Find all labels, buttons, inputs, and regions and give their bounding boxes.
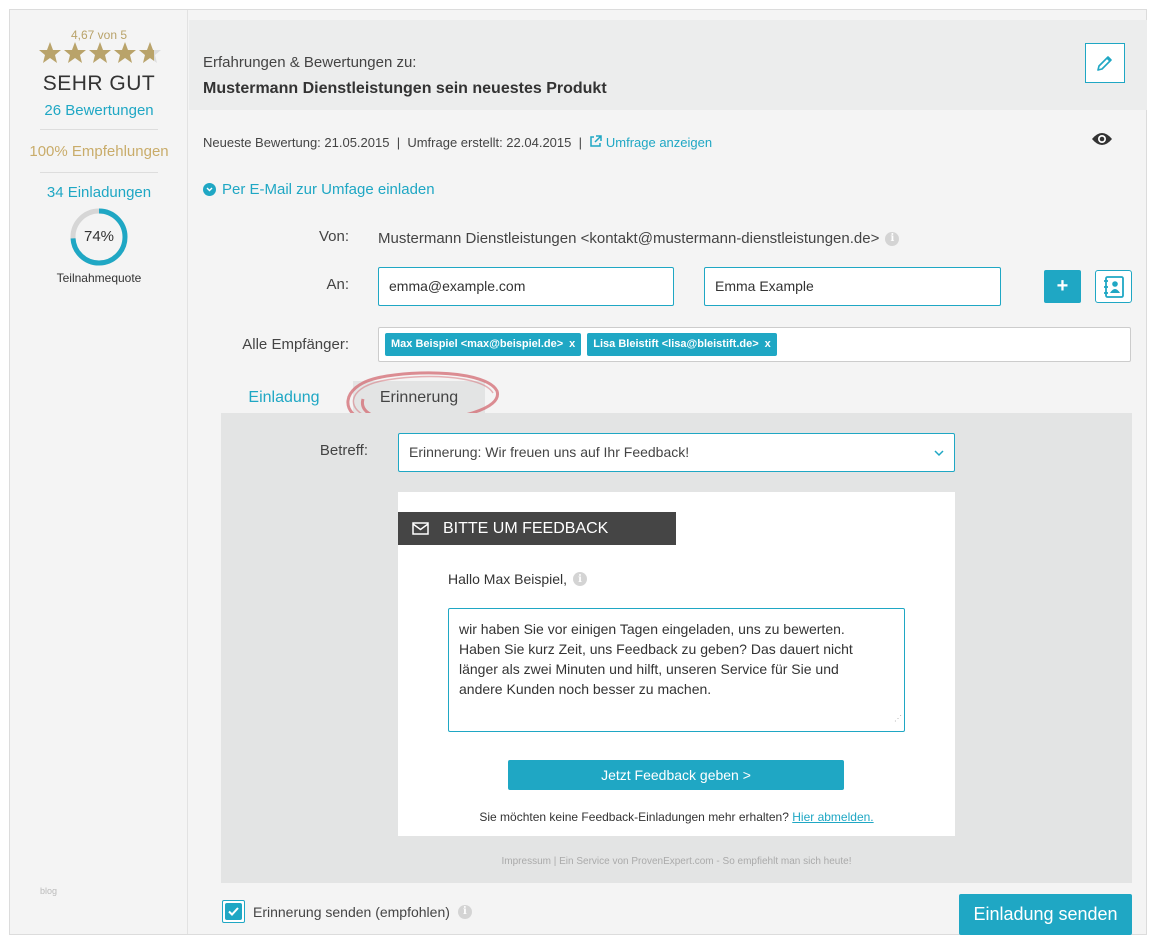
- pencil-icon: [1097, 56, 1112, 71]
- reminder-option: Erinnerung senden (empfohlen) i: [222, 900, 472, 923]
- recommendations: 100% Empfehlungen: [29, 143, 169, 160]
- email-footer: Impressum | Ein Service von ProvenExpert…: [501, 856, 852, 867]
- body-line: andere Kunden noch besser zu machen.: [459, 681, 712, 697]
- body-line: wir haben Sie vor einigen Tagen eingelad…: [459, 621, 845, 637]
- page-title: Mustermann Dienstleistungen sein neueste…: [203, 80, 607, 97]
- feedback-cta-button[interactable]: Jetzt Feedback geben >: [508, 760, 844, 790]
- star-icon: [39, 42, 61, 63]
- external-link-icon: [590, 135, 602, 147]
- recipient-name-input[interactable]: Emma Example: [704, 267, 1001, 306]
- sender-address: Mustermann Dienstleistungen <kontakt@mus…: [378, 230, 880, 247]
- invitations-link[interactable]: 34 Einladungen: [10, 184, 188, 201]
- reminder-checkbox[interactable]: [222, 900, 245, 923]
- add-recipient-button[interactable]: +: [1044, 270, 1081, 303]
- remove-recipient-button[interactable]: x: [765, 338, 771, 350]
- meta-separator: |: [578, 135, 582, 150]
- star-icon: [114, 42, 136, 63]
- from-value: Mustermann Dienstleistungen <kontakt@mus…: [378, 230, 900, 247]
- all-recipients-label: Alle Empfänger:: [242, 336, 349, 353]
- subject-select[interactable]: Erinnerung: Wir freuen uns auf Ihr Feedb…: [398, 433, 955, 472]
- rating-grade: SEHR GUT: [42, 72, 156, 95]
- info-icon[interactable]: i: [573, 572, 588, 586]
- recipient-tag: Lisa Bleistift <lisa@bleistift.de> x: [587, 333, 777, 356]
- unsubscribe-note: Sie möchten keine Feedback-Einladungen m…: [398, 810, 955, 824]
- participation-caption: Teilnahmequote: [56, 271, 142, 285]
- sidebar-footer[interactable]: blog: [40, 886, 57, 896]
- email-invite-toggle[interactable]: Per E-Mail zur Umfage einladen: [203, 181, 435, 198]
- header-subtitle: Erfahrungen & Bewertungen zu:: [203, 54, 417, 71]
- chevron-down-icon: [934, 434, 944, 471]
- info-icon[interactable]: i: [885, 231, 900, 246]
- recipient-email-input[interactable]: emma@example.com: [378, 267, 674, 306]
- recipients-list[interactable]: Max Beispiel <max@beispiel.de> x Lisa Ble…: [378, 327, 1131, 362]
- edit-button[interactable]: [1085, 43, 1125, 83]
- envelope-icon: [412, 522, 429, 535]
- email-preview: BITTE UM FEEDBACK Hallo Max Beispiel, i …: [398, 492, 955, 836]
- subject-value: Erinnerung: Wir freuen uns auf Ihr Feedb…: [409, 444, 690, 460]
- rating-sidebar: 4,67 von 5 SEHR GUT 26 Bewertungen 100% …: [10, 10, 188, 934]
- email-body-textarea[interactable]: wir haben Sie vor einigen Tagen eingelad…: [448, 608, 905, 732]
- unsubscribe-text: Sie möchten keine Feedback-Einladungen m…: [479, 810, 789, 824]
- email-greeting: Hallo Max Beispiel, i: [448, 571, 588, 587]
- unsubscribe-link[interactable]: Hier abmelden.: [792, 810, 873, 824]
- reminder-label: Erinnerung senden (empfohlen): [253, 903, 450, 920]
- address-book-icon: [1103, 275, 1124, 298]
- from-label: Von:: [318, 228, 349, 245]
- survey-meta: Neueste Bewertung: 21.05.2015 | Umfrage …: [203, 135, 712, 150]
- email-invite-label: Per E-Mail zur Umfage einladen: [222, 181, 435, 198]
- tab-reminder[interactable]: Erinnerung: [353, 381, 485, 414]
- latest-review: Neueste Bewertung: 21.05.2015: [203, 135, 390, 150]
- view-survey-link[interactable]: Umfrage anzeigen: [589, 135, 712, 150]
- main-content: Erfahrungen & Bewertungen zu: Mustermann…: [189, 20, 1147, 935]
- survey-created: Umfrage erstellt: 22.04.2015: [407, 135, 572, 150]
- send-invitation-button[interactable]: Einladung senden: [959, 894, 1132, 935]
- star-rating: [39, 42, 161, 63]
- divider: [40, 172, 158, 173]
- chevron-down-icon: [203, 183, 216, 196]
- email-banner-title: BITTE UM FEEDBACK: [443, 519, 609, 537]
- app-frame: 4,67 von 5 SEHR GUT 26 Bewertungen 100% …: [9, 9, 1147, 935]
- remove-recipient-button[interactable]: x: [569, 338, 575, 350]
- body-line: Haben Sie kurz Zeit, uns Feedback zu geb…: [459, 641, 853, 657]
- info-icon[interactable]: i: [457, 904, 472, 919]
- body-line: länger als zwei Minuten und hilft, unser…: [459, 661, 839, 677]
- recipient-tag-label: Max Beispiel <max@beispiel.de>: [391, 338, 564, 350]
- recipient-tag: Max Beispiel <max@beispiel.de> x: [385, 333, 582, 356]
- star-icon: [64, 42, 86, 63]
- participation-percent: 74%: [83, 228, 115, 245]
- email-banner: BITTE UM FEEDBACK: [398, 512, 676, 545]
- view-survey-label: Umfrage anzeigen: [605, 135, 713, 150]
- eye-icon[interactable]: [1091, 131, 1113, 147]
- tab-invitation[interactable]: Einladung: [221, 381, 347, 414]
- star-icon: [89, 42, 111, 63]
- recipient-tag-label: Lisa Bleistift <lisa@bleistift.de>: [593, 338, 759, 350]
- reviews-link[interactable]: 26 Bewertungen: [10, 102, 188, 119]
- subject-label: Betreff:: [319, 442, 368, 459]
- checkmark-icon: [228, 907, 239, 916]
- address-book-button[interactable]: [1095, 270, 1132, 303]
- checked-indicator: [225, 903, 242, 920]
- divider: [40, 129, 158, 130]
- greeting-text: Hallo Max Beispiel,: [448, 571, 568, 587]
- survey-header: Erfahrungen & Bewertungen zu: Mustermann…: [189, 20, 1147, 110]
- resize-handle-icon[interactable]: ⋰: [894, 709, 902, 729]
- to-label: An:: [326, 276, 349, 293]
- meta-separator: |: [396, 135, 401, 150]
